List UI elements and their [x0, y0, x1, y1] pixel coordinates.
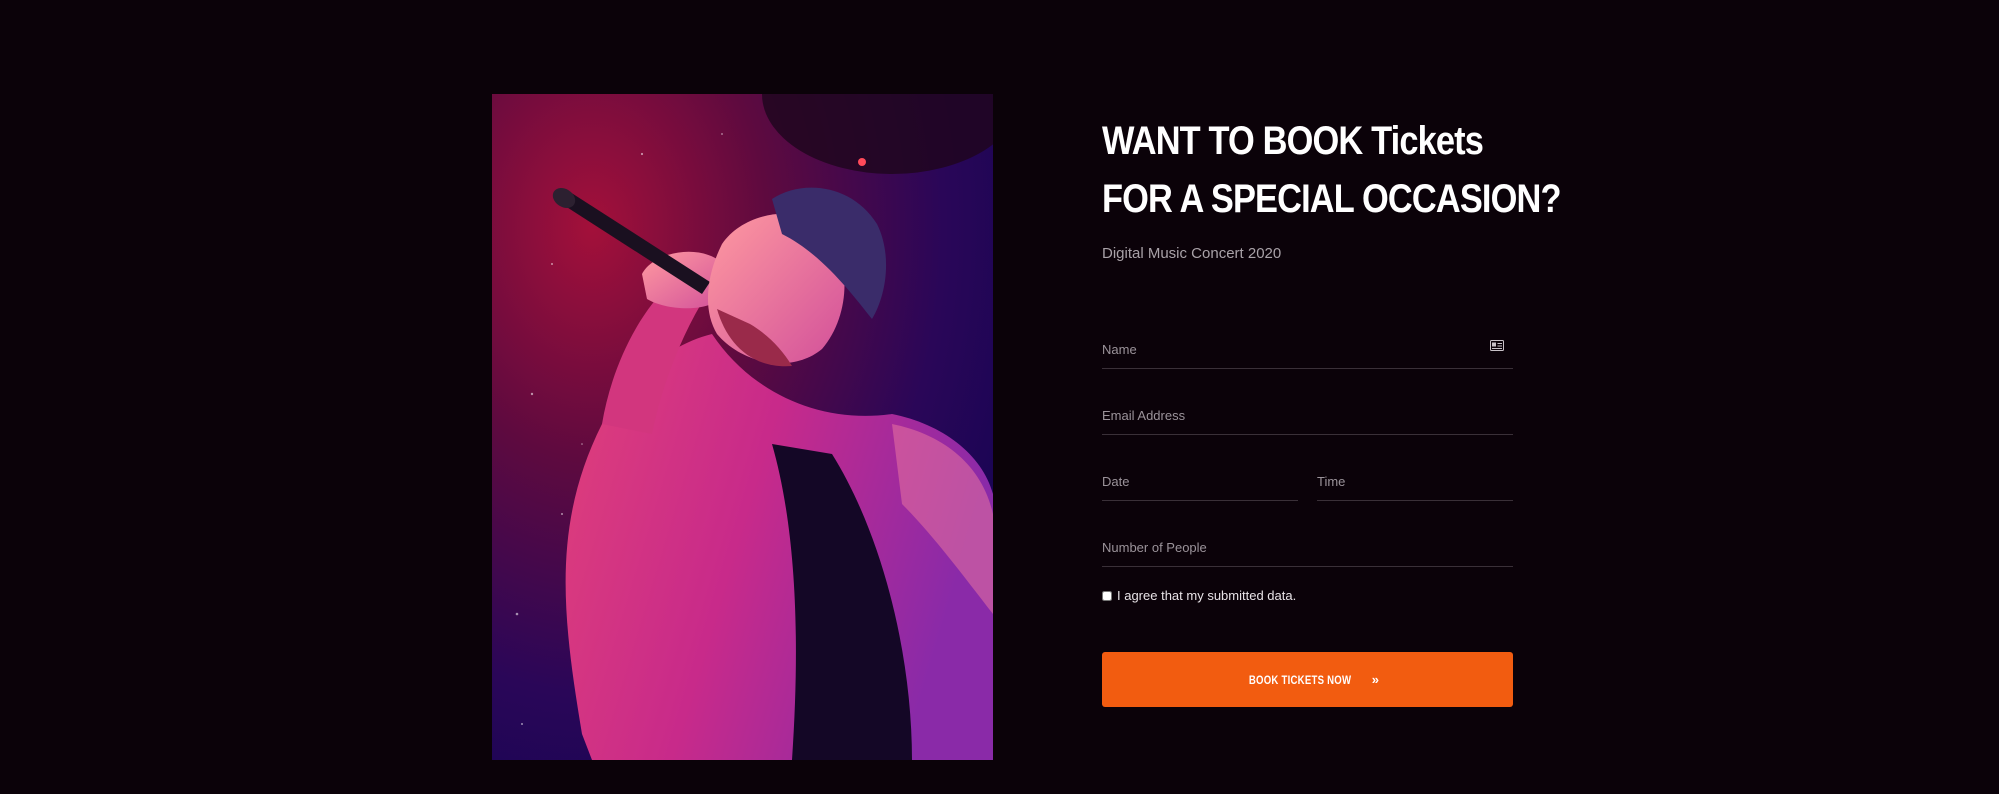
date-input[interactable] [1102, 462, 1298, 500]
booking-heading: WANT TO BOOK Tickets FOR A SPECIAL OCCAS… [1102, 112, 1562, 228]
book-tickets-label: BOOK TICKETS NOW [1248, 672, 1351, 687]
time-input[interactable] [1317, 462, 1513, 500]
people-field-wrapper [1102, 528, 1513, 567]
booking-subtitle: Digital Music Concert 2020 [1102, 245, 1282, 262]
email-field-wrapper [1102, 396, 1513, 435]
heading-line-2: FOR A SPECIAL OCCASION? [1102, 177, 1562, 221]
email-input[interactable] [1102, 396, 1513, 434]
double-chevron-right-icon: » [1371, 672, 1380, 687]
id-card-icon [1490, 340, 1504, 351]
time-field-wrapper [1317, 462, 1513, 501]
booking-panel: WANT TO BOOK Tickets FOR A SPECIAL OCCAS… [1102, 112, 1562, 707]
name-input[interactable] [1102, 330, 1513, 368]
heading-line-1: WANT TO BOOK Tickets [1102, 119, 1484, 163]
agree-row: I agree that my submitted data. [1102, 588, 1296, 603]
booking-section: WANT TO BOOK Tickets FOR A SPECIAL OCCAS… [0, 0, 1999, 794]
date-field-wrapper [1102, 462, 1298, 501]
concert-singer-image [492, 94, 993, 760]
agree-checkbox[interactable] [1102, 590, 1112, 601]
agree-label[interactable]: I agree that my submitted data. [1117, 588, 1296, 603]
singer-illustration [492, 94, 993, 760]
book-tickets-button[interactable]: BOOK TICKETS NOW » [1102, 652, 1513, 707]
number-of-people-input[interactable] [1102, 528, 1513, 566]
name-field-wrapper [1102, 330, 1513, 369]
